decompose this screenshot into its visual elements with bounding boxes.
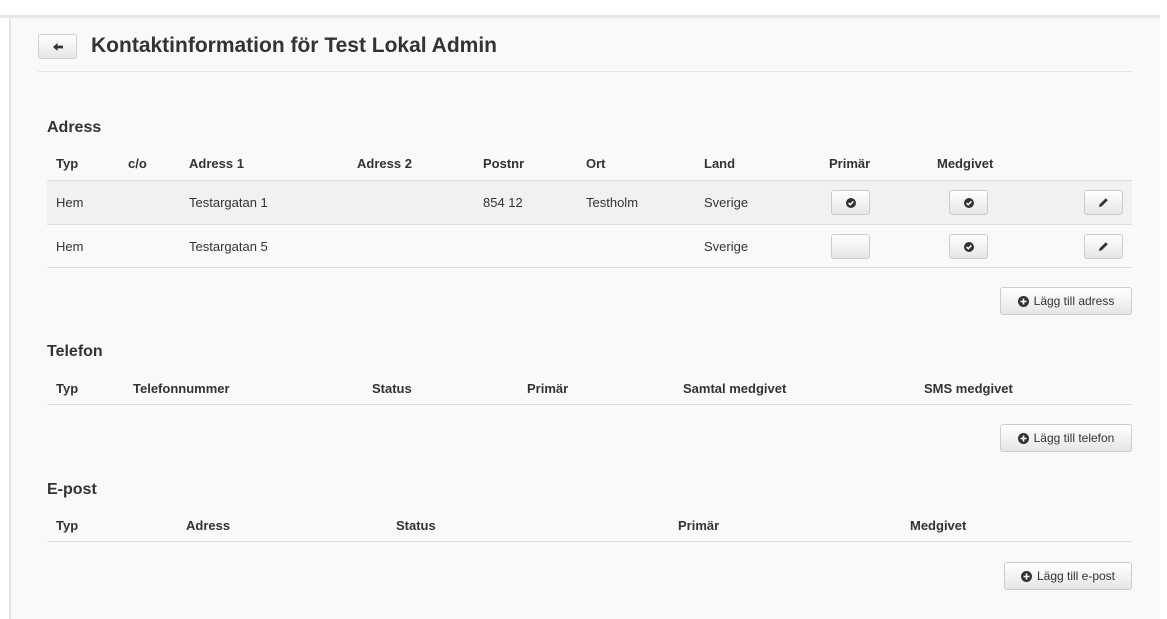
phone-col-number: Telefonnummer	[133, 381, 230, 396]
phone-section-title: Telefon	[47, 343, 103, 360]
address-col-city: Ort	[586, 156, 606, 171]
address-col-country: Land	[704, 156, 736, 171]
phone-table: Typ Telefonnummer Status Primär Samtal m…	[47, 375, 1132, 407]
phone-col-sms-consent: SMS medgivet	[924, 381, 1013, 396]
ok-sign-icon	[963, 197, 974, 208]
ok-sign-icon	[845, 197, 856, 208]
add-address-button[interactable]: Lägg till adress	[1000, 287, 1132, 315]
email-col-consent: Medgivet	[910, 518, 967, 533]
add-address-label: Lägg till adress	[1033, 294, 1115, 308]
email-col-primary: Primär	[678, 518, 720, 533]
pencil-icon	[1099, 198, 1108, 207]
page-title: Kontaktinformation för Test Lokal Admin	[91, 34, 498, 57]
phone-col-primary: Primär	[527, 381, 569, 396]
arrow-left-icon	[52, 42, 63, 51]
edit-address-button[interactable]	[1084, 234, 1123, 259]
table-row: Hem Testargatan 5 Sverige	[47, 225, 1132, 268]
email-header-divider	[47, 541, 1132, 542]
plus-sign-icon	[1020, 570, 1032, 582]
table-row: Hem Testargatan 1 854 12 Testholm Sverig…	[47, 181, 1132, 224]
address-cell-type: Hem	[56, 195, 84, 210]
address-cell-address1: Testargatan 5	[189, 239, 268, 254]
ok-sign-icon	[963, 241, 974, 252]
primary-toggle-button[interactable]	[831, 190, 870, 215]
add-phone-label: Lägg till telefon	[1033, 431, 1115, 445]
address-col-address1: Adress 1	[189, 156, 244, 171]
email-col-type: Typ	[56, 518, 79, 533]
plus-sign-icon	[1017, 295, 1029, 307]
address-col-address2: Adress 2	[357, 156, 412, 171]
page-header: Kontaktinformation för Test Lokal Admin	[38, 30, 1132, 72]
add-email-label: Lägg till e-post	[1036, 569, 1116, 583]
plus-sign-icon	[1017, 432, 1029, 444]
phone-header-divider	[47, 404, 1132, 405]
row-divider	[47, 267, 1132, 268]
address-section-title: Adress	[47, 119, 102, 136]
email-col-address: Adress	[186, 518, 231, 533]
pencil-icon	[1099, 242, 1108, 251]
page-root: Kontaktinformation för Test Lokal Admin …	[0, 0, 1167, 619]
phone-col-type: Typ	[56, 381, 79, 396]
address-cell-country: Sverige	[704, 195, 749, 210]
address-cell-address1: Testargatan 1	[189, 195, 268, 210]
add-email-button[interactable]: Lägg till e-post	[1004, 562, 1132, 590]
address-col-type: Typ	[56, 156, 79, 171]
email-table: Typ Adress Status Primär Medgivet	[47, 512, 1132, 544]
consent-toggle-button[interactable]	[949, 234, 988, 259]
address-col-co: c/o	[128, 156, 147, 171]
phone-col-call-consent: Samtal medgivet	[683, 381, 787, 396]
address-col-postcode: Postnr	[483, 156, 525, 171]
add-phone-button[interactable]: Lägg till telefon	[1000, 424, 1132, 452]
phone-col-status: Status	[372, 381, 412, 396]
address-cell-postcode: 854 12	[483, 195, 523, 210]
email-col-status: Status	[396, 518, 436, 533]
address-col-consent: Medgivet	[937, 156, 994, 171]
address-cell-type: Hem	[56, 239, 84, 254]
address-col-primary: Primär	[829, 156, 871, 171]
back-button[interactable]	[38, 34, 77, 59]
consent-toggle-button[interactable]	[949, 190, 988, 215]
edit-address-button[interactable]	[1084, 190, 1123, 215]
primary-toggle-button[interactable]	[831, 234, 870, 259]
email-section-title: E-post	[47, 481, 97, 498]
address-table: Typ c/o Adress 1 Adress 2 Postnr Ort Lan…	[47, 150, 1132, 270]
address-cell-city: Testholm	[586, 195, 639, 210]
address-cell-country: Sverige	[704, 239, 749, 254]
